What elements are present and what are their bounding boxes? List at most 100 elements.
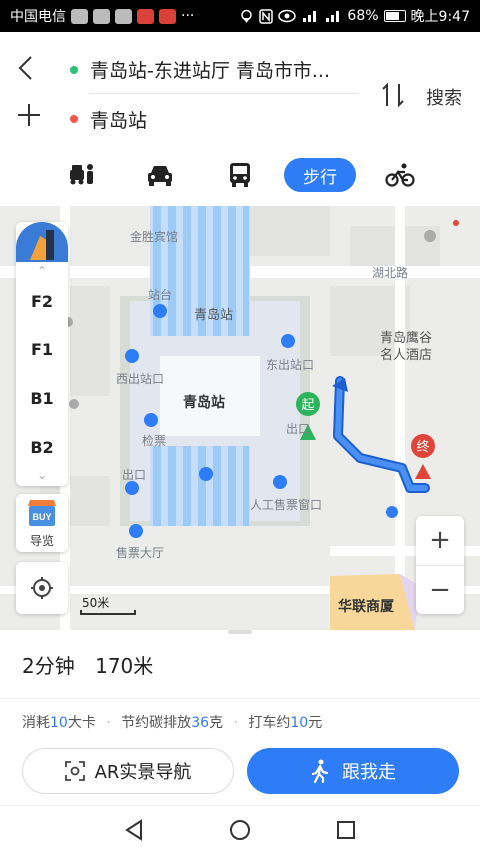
travel-mode-tabs: 步行: [0, 158, 480, 194]
scale-label: 50米: [82, 596, 110, 610]
chevron-up-icon[interactable]: ⌃: [16, 264, 68, 278]
calorie-prefix: 消耗: [22, 715, 50, 731]
back-triangle-icon[interactable]: [122, 818, 146, 842]
target-icon: [31, 577, 53, 599]
start-location-field[interactable]: 青岛站-东进站厅 青岛市市...: [90, 56, 358, 83]
map-label-hotel: 青岛鹰谷 名人酒店: [380, 331, 433, 363]
wechat-icon: [93, 8, 110, 24]
building-icon: [30, 230, 54, 260]
map-label-jinsheng: 金胜宾馆: [130, 230, 179, 244]
guide-button[interactable]: BUY 导览: [16, 494, 68, 552]
location-icon: [241, 9, 253, 23]
map-label-exit: 出口: [286, 422, 311, 436]
zoom-out-button[interactable]: −: [416, 565, 464, 614]
shopping-bag-icon: BUY: [28, 500, 56, 526]
start-pin-label: 起: [301, 398, 315, 413]
guide-badge-text: BUY: [32, 512, 51, 522]
carbon-prefix: 节约碳排放: [121, 715, 192, 731]
home-circle-icon[interactable]: [228, 818, 252, 842]
stat-separator: ·: [106, 715, 111, 731]
ar-navigation-button[interactable]: AR实景导航: [22, 748, 234, 794]
clock: 晚上9:47: [410, 9, 470, 25]
map-label-hubei-road: 湖北路: [372, 266, 409, 280]
system-nav-bar: [0, 805, 480, 853]
distance: 170米: [95, 654, 154, 678]
status-bar: 中国电信 ··· 68% 晚上9:47: [0, 0, 480, 32]
bus-icon: [230, 163, 250, 187]
map-label-mall: 华联商厦: [338, 599, 394, 615]
floor-f2[interactable]: F2: [16, 292, 68, 311]
nfc-icon: [259, 8, 274, 24]
floor-b2[interactable]: B2: [16, 438, 68, 457]
add-waypoint-button[interactable]: [16, 102, 46, 132]
signal-icon: [326, 11, 340, 22]
end-location-field[interactable]: 青岛站: [90, 106, 147, 133]
search-button[interactable]: 搜索: [426, 84, 462, 110]
app-notification-icon: [71, 8, 88, 24]
floor-f1[interactable]: F1: [16, 340, 68, 359]
ar-scan-icon: [64, 761, 85, 781]
indoor-map-badge[interactable]: [16, 222, 68, 262]
floor-b1[interactable]: B1: [16, 389, 68, 408]
end-pin-label: 终: [416, 440, 430, 455]
map-label-platform: 站台: [148, 288, 173, 302]
route-header: 青岛站-东进站厅 青岛市市... 青岛站 搜索 步行: [0, 32, 480, 206]
route-summary-sheet: 2分钟 170米 消耗10大卡 · 节约碳排放36克 · 打车约10元 AR实景…: [0, 630, 480, 805]
stat-separator: ·: [233, 715, 238, 731]
car-icon: [148, 166, 172, 186]
map-label-ticket-check: 检票: [142, 434, 167, 448]
follow-me-button[interactable]: 跟我走: [247, 748, 459, 794]
news-icon: [137, 8, 154, 24]
route-stats: 消耗10大卡 · 节约碳排放36克 · 打车约10元: [22, 712, 322, 732]
message-icon: [115, 8, 132, 24]
plus-icon: [18, 104, 40, 126]
map-view[interactable]: 金胜宾馆 湖北路 站台 青岛站 西出站口 东出站口 青岛站 检票 出口 出口 人…: [0, 206, 480, 630]
swap-route-button[interactable]: [378, 80, 408, 110]
floor-selector: ⌃ F2 F1 B1 B2 ⌄: [16, 222, 68, 486]
eye-icon: [278, 9, 297, 23]
battery-percent: 68%: [347, 8, 379, 24]
scale-bar: [80, 610, 136, 615]
map-label-station-main: 青岛站: [183, 395, 225, 411]
carbon-value: 36: [191, 715, 210, 731]
guide-label: 导览: [29, 534, 54, 548]
tab-bus[interactable]: [220, 158, 260, 192]
zoom-controls: + −: [416, 516, 464, 614]
locate-button[interactable]: [16, 562, 68, 614]
swap-icon: [382, 82, 404, 108]
end-dot-icon: [70, 115, 78, 123]
map-label-east-exit: 东出站口: [266, 358, 315, 372]
tab-taxi[interactable]: [62, 158, 102, 192]
tab-drive[interactable]: [140, 158, 180, 192]
map-label-station-top: 青岛站: [194, 308, 234, 323]
sheet-handle[interactable]: [228, 630, 252, 634]
calorie-unit: 大卡: [67, 715, 96, 731]
taxi-unit: 元: [308, 715, 323, 731]
taxi-person-icon: [70, 164, 93, 185]
tab-walk[interactable]: 步行: [284, 158, 356, 192]
carrier-label: 中国电信: [10, 9, 66, 25]
back-button[interactable]: [16, 54, 44, 84]
chevron-down-icon[interactable]: ⌄: [16, 468, 68, 482]
walking-person-icon: [311, 759, 329, 783]
calorie-value: 10: [50, 715, 68, 731]
start-dot-icon: [70, 66, 78, 74]
tab-bike[interactable]: [380, 158, 420, 192]
ar-navigation-label: AR实景导航: [94, 762, 192, 783]
map-label-ticket-hall: 售票大厅: [116, 546, 165, 560]
sheet-divider: [0, 698, 480, 699]
map-label-west-exit: 西出站口: [116, 372, 165, 386]
recents-square-icon[interactable]: [334, 818, 358, 842]
map-label-exit-2: 出口: [122, 468, 147, 482]
taxi-prefix: 打车约: [248, 715, 291, 731]
carbon-unit: 克: [209, 715, 224, 731]
zoom-in-button[interactable]: +: [416, 516, 464, 565]
bike-icon: [385, 163, 415, 187]
battery-icon: [383, 10, 406, 22]
duration: 2分钟: [22, 654, 75, 678]
chevron-left-icon: [18, 56, 32, 80]
more-notifications-icon: ···: [181, 8, 195, 24]
map-label-manual-ticket: 人工售票窗口: [250, 498, 323, 512]
field-divider: [90, 93, 358, 94]
map-app-icon: [159, 8, 176, 24]
